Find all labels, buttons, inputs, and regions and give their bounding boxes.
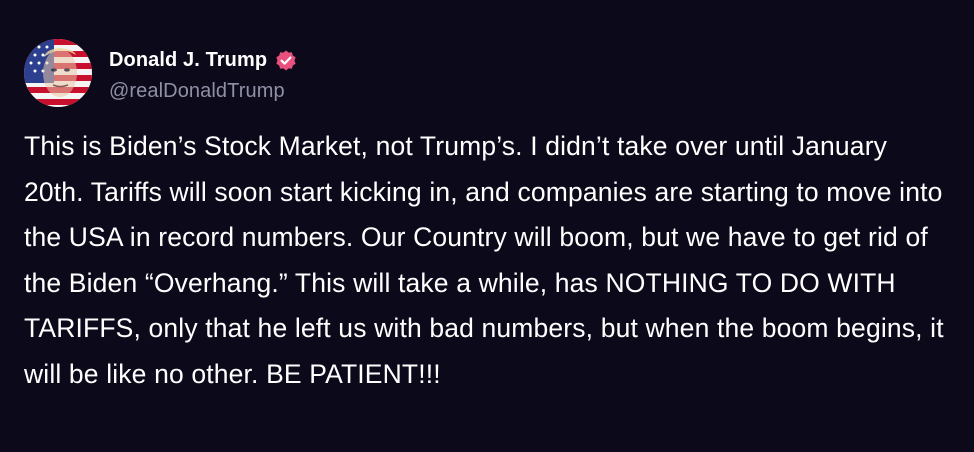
author-name-row: Donald J. Trump xyxy=(109,46,298,76)
post-body-text: This is Biden’s Stock Market, not Trump’… xyxy=(24,131,944,389)
author-info: Donald J. Trump @realDonaldTrump xyxy=(109,44,298,103)
post-card: Donald J. Trump @realDonaldTrump This is… xyxy=(0,0,974,452)
avatar[interactable] xyxy=(24,39,92,107)
author-handle[interactable]: @realDonaldTrump xyxy=(109,80,298,103)
author-display-name[interactable]: Donald J. Trump xyxy=(109,49,267,72)
verified-badge-icon xyxy=(274,49,298,73)
post-header: Donald J. Trump @realDonaldTrump xyxy=(24,38,950,108)
avatar-image xyxy=(24,39,92,107)
